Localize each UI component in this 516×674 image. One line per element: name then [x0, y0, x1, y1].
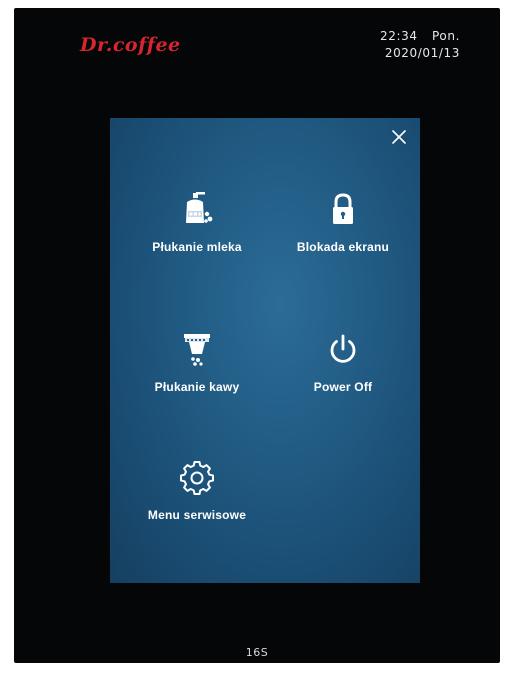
weekday-text: Pon. [432, 29, 460, 43]
coffee-rinse-label: Płukanie kawy [154, 380, 240, 394]
milk-rinse-icon [186, 192, 213, 223]
close-button[interactable] [386, 124, 412, 150]
coffee-rinse-icon [184, 334, 210, 366]
service-menu-button[interactable]: Menu serwisowe [122, 458, 272, 558]
date-text: 2020/01/13 [384, 46, 460, 60]
lock-icon [333, 193, 353, 224]
time-text: 22:34 [380, 29, 418, 43]
coffee-rinse-button[interactable]: Płukanie kawy [122, 330, 272, 430]
clock: 22:34 Pon. 2020/01/13 [380, 28, 460, 62]
power-icon [330, 334, 356, 363]
time-row: 22:34 Pon. [380, 28, 460, 45]
power-off-button[interactable]: Power Off [268, 330, 418, 430]
status-code: 16S [245, 646, 269, 659]
service-menu-label: Menu serwisowe [147, 508, 247, 522]
screen-lock-button[interactable]: Blokada ekranu [268, 190, 418, 290]
device-screen: Dr.coffee 22:34 Pon. 2020/01/13 Płukanie… [14, 8, 500, 663]
gear-icon [180, 461, 214, 495]
menu-panel: Płukanie mleka Blokada ekranu Płukanie k… [110, 118, 420, 583]
power-off-label: Power Off [313, 380, 373, 394]
milk-rinse-label: Płukanie mleka [152, 240, 242, 254]
milk-rinse-button[interactable]: Płukanie mleka [122, 190, 272, 290]
screen-lock-label: Blokada ekranu [296, 240, 390, 254]
brand-logo: Dr.coffee [80, 34, 181, 56]
close-icon [392, 130, 406, 144]
